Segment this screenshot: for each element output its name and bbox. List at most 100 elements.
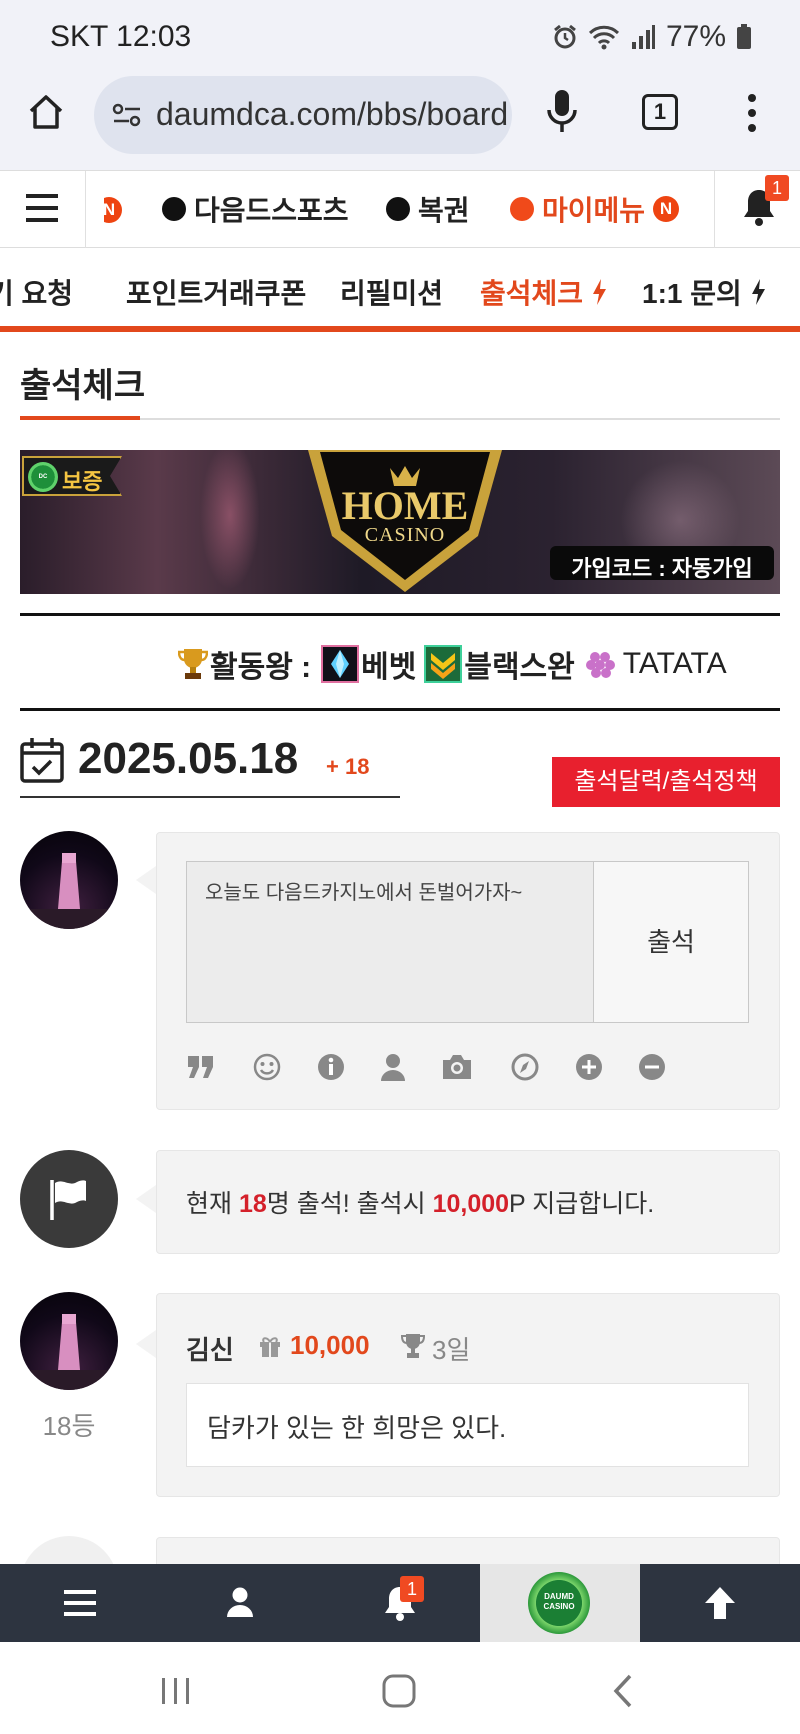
- notification-button[interactable]: 1: [714, 171, 800, 249]
- daumd-casino-logo: DAUMD CASINO: [528, 1572, 590, 1634]
- chevron-rank-icon: [424, 645, 463, 683]
- entry-points: 10,000: [290, 1330, 370, 1360]
- bottom-notification-button[interactable]: 1: [320, 1564, 480, 1642]
- ticker-name: 블랙스완: [464, 651, 575, 684]
- avatar: [20, 831, 118, 929]
- greeting-textarea[interactable]: 오늘도 다음드카지노에서 돈벌어가자~: [186, 861, 594, 1023]
- nav-item-sports[interactable]: 다음드스포츠: [162, 189, 349, 229]
- entry-username[interactable]: 김신: [186, 1330, 234, 1367]
- address-bar[interactable]: daumdca.com/bbs/board: [94, 76, 512, 154]
- gift-icon: [260, 1337, 280, 1357]
- home-icon[interactable]: [26, 92, 66, 132]
- title-accent-bar: [20, 416, 140, 420]
- browser-toolbar: daumdca.com/bbs/board 1: [0, 70, 800, 170]
- notice-points: 10,000: [432, 1190, 510, 1218]
- tab-switcher-button[interactable]: 1: [642, 94, 678, 130]
- bottom-home-logo-button[interactable]: DAUMD CASINO: [480, 1564, 640, 1642]
- microphone-icon[interactable]: [546, 88, 578, 134]
- sub-nav-item-inquiry[interactable]: 1:1 문의: [642, 272, 766, 312]
- recent-apps-icon[interactable]: [160, 1676, 192, 1706]
- bolt-icon: [593, 279, 607, 305]
- ticker-label: 활동왕 :: [210, 651, 312, 684]
- entry-consecutive-days: 3일: [432, 1335, 471, 1365]
- notification-badge: 1: [765, 175, 789, 201]
- info-icon[interactable]: [316, 1052, 346, 1082]
- bottom-profile-button[interactable]: [160, 1564, 320, 1642]
- grape-icon: [583, 645, 621, 683]
- nav-item-lottery[interactable]: 복권: [386, 189, 470, 229]
- notice-text: 현재: [186, 1190, 239, 1218]
- battery-percent: 77%: [665, 20, 726, 53]
- nav-item-label: 복권: [418, 195, 470, 226]
- banner-glow: [200, 450, 260, 590]
- hamburger-icon: [26, 194, 58, 222]
- wifi-icon: [588, 25, 620, 50]
- sub-nav: 기 요청 포인트거래쿠폰 리필미션 출석체크 1:1 문의: [0, 248, 800, 332]
- bottom-menu-button[interactable]: [0, 1564, 160, 1642]
- card-tail: [136, 866, 156, 894]
- card-tail: [136, 1330, 156, 1358]
- signal-icon: [631, 25, 655, 49]
- new-badge: N: [653, 196, 680, 222]
- trophy-icon: [178, 649, 208, 679]
- bolt-icon: [751, 279, 765, 305]
- sub-nav-item[interactable]: 기 요청: [0, 272, 90, 312]
- nav-item-label: 다음드스포츠: [194, 195, 349, 226]
- attendance-calendar-button[interactable]: 출석달력/출석정책: [552, 757, 780, 807]
- user-icon: [227, 1587, 253, 1617]
- signup-code-text: 가입코드 : 자동가입: [571, 556, 753, 581]
- attendance-submit-button[interactable]: 출석: [593, 861, 749, 1023]
- bottom-tab-bar: 1 DAUMD CASINO: [0, 1564, 800, 1642]
- more-options-icon[interactable]: [744, 92, 760, 134]
- sub-nav-item-attendance[interactable]: 출석체크: [480, 272, 607, 312]
- attendance-rank: 18등: [42, 1411, 96, 1441]
- signup-code-box: 가입코드 : 자동가입: [550, 546, 774, 581]
- trophy-icon: [400, 1334, 426, 1358]
- quote-icon[interactable]: [186, 1052, 216, 1082]
- sub-nav-label: 1:1 문의: [642, 278, 742, 309]
- sub-nav-item-refill-mission[interactable]: 리필미션: [340, 272, 443, 312]
- sub-nav-item-point-trade[interactable]: 포인트거래쿠폰: [126, 272, 306, 312]
- menu-button[interactable]: [0, 171, 86, 249]
- notice-avatar: [20, 1150, 118, 1248]
- card-tail: [136, 1185, 156, 1213]
- home-nav-icon[interactable]: [382, 1674, 416, 1708]
- compass-icon[interactable]: [510, 1052, 540, 1082]
- logo-main-text: HOME: [341, 483, 469, 528]
- attendance-count-delta: + 18: [326, 754, 370, 779]
- date-underline: [20, 796, 400, 798]
- activity-king-ticker: 활동왕 : 베벳 블랙스완 TATATA: [20, 616, 780, 708]
- user-icon[interactable]: [378, 1052, 408, 1082]
- notice-text: 명 출석! 출석시: [266, 1190, 433, 1218]
- plus-circle-icon[interactable]: [574, 1052, 604, 1082]
- nav-item-partial[interactable]: N: [104, 197, 126, 223]
- page-title: 출석체크: [20, 367, 146, 405]
- attendance-notice: 현재 18명 출석! 출석시 10,000P 지급합니다.: [186, 1184, 654, 1220]
- logo-text: DAUMD CASINO: [543, 1592, 575, 1611]
- guarantee-badge: DC 보증: [22, 456, 122, 496]
- scroll-top-button[interactable]: [640, 1564, 800, 1642]
- list-menu-icon: [64, 1590, 96, 1616]
- tower-image: [20, 853, 118, 929]
- daumd-logo-mini: DC: [28, 462, 58, 492]
- logo-sub-text: CASINO: [364, 524, 446, 546]
- ticker-content: 활동왕 : 베벳 블랙스완 TATATA: [178, 642, 780, 686]
- nav-item-my-menu[interactable]: 마이메뉴 N: [510, 189, 680, 229]
- site-settings-icon[interactable]: [112, 102, 142, 128]
- sub-nav-label: 출석체크: [480, 278, 584, 309]
- diamond-icon: [321, 645, 360, 683]
- casino-banner[interactable]: DC 보증 HOME CASINO 가입코드 : 자동가입: [20, 450, 780, 594]
- nav-item-label: 마이메뉴: [542, 195, 646, 226]
- back-icon[interactable]: [612, 1674, 634, 1708]
- entry-message: 담카가 있는 한 희망은 있다.: [186, 1383, 749, 1467]
- minus-circle-icon[interactable]: [637, 1052, 667, 1082]
- notification-badge: 1: [400, 1576, 424, 1602]
- ticker-border-bottom: [20, 708, 780, 711]
- ticker-name: 베벳: [361, 651, 417, 684]
- battery-icon: [737, 24, 751, 49]
- bullet-icon: [386, 197, 410, 221]
- new-badge: N: [104, 197, 122, 223]
- guarantee-text: 보증: [62, 469, 103, 494]
- camera-icon[interactable]: [440, 1052, 474, 1082]
- smile-icon[interactable]: [252, 1052, 282, 1082]
